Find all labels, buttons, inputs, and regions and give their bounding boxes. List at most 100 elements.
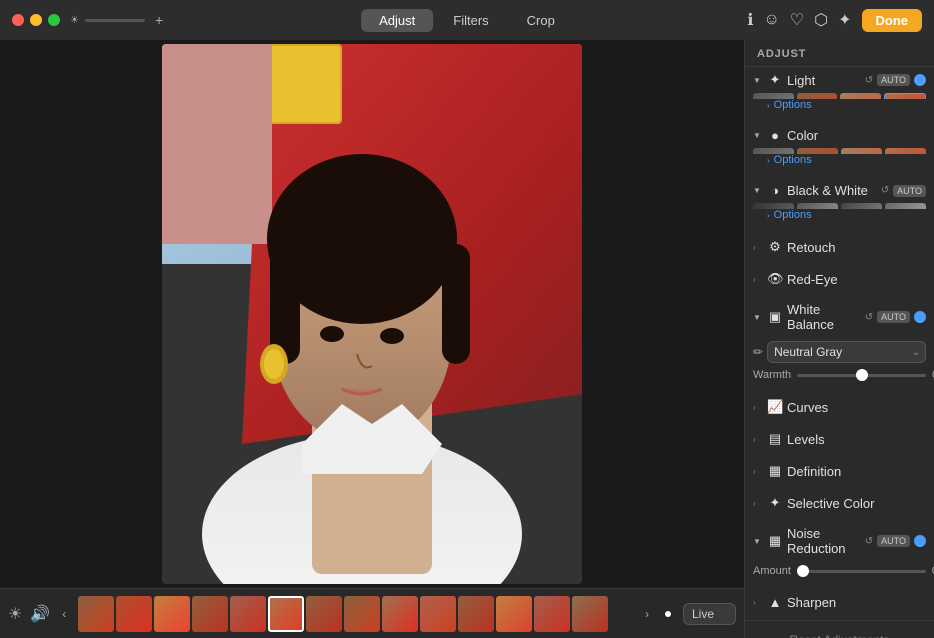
tab-filters[interactable]: Filters [435,9,506,32]
wb-reset-icon[interactable]: ↺ [865,312,873,323]
add-button[interactable]: + [155,12,163,28]
live-select[interactable]: Live [683,603,736,625]
nr-auto-badge[interactable]: AUTO [877,535,910,547]
nr-reset-icon[interactable]: ↺ [865,536,873,547]
section-selective-color[interactable]: › ✦ Selective Color [745,489,934,517]
tab-crop[interactable]: Crop [509,9,573,32]
current-indicator [665,611,671,617]
selective-color-icon: ✦ [767,495,783,511]
wb-toggle[interactable] [914,311,926,323]
brightness-slider: ☀ + [70,12,163,28]
filmstrip-thumb[interactable] [458,596,494,632]
nr-actions: ↺ AUTO [865,535,926,547]
reset-adjustments-button[interactable]: Reset Adjustments [757,629,922,638]
section-curves[interactable]: › 📈 Curves [745,393,934,421]
wb-auto-badge[interactable]: AUTO [877,311,910,323]
section-bw-header[interactable]: ▼ ◑ Black & White ↺ AUTO [745,178,934,203]
section-redeye[interactable]: › 👁 Red-Eye [745,265,934,293]
filmstrip-thumb-selected[interactable] [268,596,304,632]
chevron-down-icon: ▼ [753,537,763,546]
section-nr-header[interactable]: ▼ ▦ Noise Reduction ↺ AUTO [745,521,934,561]
section-color-header[interactable]: ▼ ● Color [745,123,934,148]
section-light-header[interactable]: ▼ ✦ Light ↺ AUTO [745,67,934,93]
chevron-right-icon: › [753,467,763,476]
filmstrip-thumb[interactable] [496,596,532,632]
emoji-icon[interactable]: ☺ [763,11,779,29]
wb-select-row: ✏ Neutral Gray ⌄ [753,341,926,363]
section-sharpen[interactable]: › ▲ Sharpen [745,589,934,616]
filmstrip-thumb[interactable] [78,596,114,632]
panel-header: ADJUST [745,40,934,67]
filmstrip-prev[interactable]: ‹ [58,605,70,623]
info-icon[interactable]: ℹ [747,10,753,30]
filmstrip-thumb[interactable] [116,596,152,632]
bw-reset-icon[interactable]: ↺ [881,185,889,196]
color-icon: ● [767,128,783,143]
selective-color-label: Selective Color [787,496,926,511]
bw-label: Black & White [787,183,877,198]
curves-icon: 📈 [767,399,783,415]
section-definition[interactable]: › ▦ Definition [745,457,934,485]
wb-expanded: ✏ Neutral Gray ⌄ Warmth 0 [745,337,934,389]
filmstrip-thumb[interactable] [344,596,380,632]
filmstrip-thumb[interactable] [534,596,570,632]
light-toggle[interactable] [914,74,926,86]
filmstrip-thumb[interactable] [420,596,456,632]
titlebar: ☀ + Adjust Filters Crop ℹ ☺ ♡ ⬡ ✦ Done [0,0,934,40]
maximize-button[interactable] [48,14,60,26]
wb-actions: ↺ AUTO [865,311,926,323]
brightness-icon: ☀ [70,15,79,26]
light-auto-badge[interactable]: AUTO [877,74,910,86]
filmstrip-next[interactable]: › [641,605,653,623]
section-wb-header[interactable]: ▼ ▣ White Balance ↺ AUTO [745,297,934,337]
light-icon: ✦ [767,72,783,88]
wb-label: White Balance [787,302,861,332]
light-reset-icon[interactable]: ↺ [865,75,873,86]
right-panel: ADJUST ▼ ✦ Light ↺ AUTO › Options ▼ ● [744,40,934,638]
done-button[interactable]: Done [862,9,923,32]
filmstrip-thumb[interactable] [306,596,342,632]
nr-expanded: Amount 0.00 [745,561,934,585]
redeye-label: Red-Eye [787,272,926,287]
nr-icon: ▦ [767,533,783,549]
close-button[interactable] [12,14,24,26]
wb-select[interactable]: Neutral Gray [767,341,926,363]
bw-thumb[interactable] [885,203,926,209]
bw-auto-badge[interactable]: AUTO [893,185,926,197]
nr-toggle[interactable] [914,535,926,547]
levels-label: Levels [787,432,926,447]
filmstrip-thumb[interactable] [382,596,418,632]
amount-slider[interactable] [797,570,926,573]
filmstrip-thumb[interactable] [192,596,228,632]
section-retouch[interactable]: › ⚙ Retouch [745,233,934,261]
bw-thumb[interactable] [841,203,882,209]
filmstrip-thumb[interactable] [230,596,266,632]
color-options[interactable]: › Options [745,154,934,174]
eyedropper-icon[interactable]: ✏ [753,345,763,359]
bw-options-label: Options [774,209,812,221]
brightness-track [85,19,145,22]
filmstrip-thumb[interactable] [572,596,608,632]
main-area: ☀ 🔊 ‹ › [0,40,934,638]
filmstrip-thumb[interactable] [154,596,190,632]
bw-options[interactable]: › Options [745,209,934,229]
heart-icon[interactable]: ♡ [790,10,804,30]
section-levels[interactable]: › ▤ Levels [745,425,934,453]
color-options-label: Options [774,154,812,166]
light-actions: ↺ AUTO [865,74,926,86]
bw-thumb[interactable] [797,203,838,209]
volume-icon[interactable]: 🔊 [30,604,50,624]
photo-area: ☀ 🔊 ‹ › [0,40,744,638]
share-icon[interactable]: ⬡ [814,10,828,30]
sun-icon[interactable]: ☀ [8,604,22,624]
light-options[interactable]: › Options [745,99,934,119]
amount-row: Amount 0.00 [753,565,926,577]
bw-thumb[interactable] [753,203,794,209]
warmth-slider[interactable] [797,374,926,377]
chevron-right-icon: › [753,243,763,252]
minimize-button[interactable] [30,14,42,26]
tab-adjust[interactable]: Adjust [361,9,433,32]
light-options-label: Options [774,99,812,111]
magic-icon[interactable]: ✦ [838,10,851,30]
chevron-right-icon: › [753,435,763,444]
